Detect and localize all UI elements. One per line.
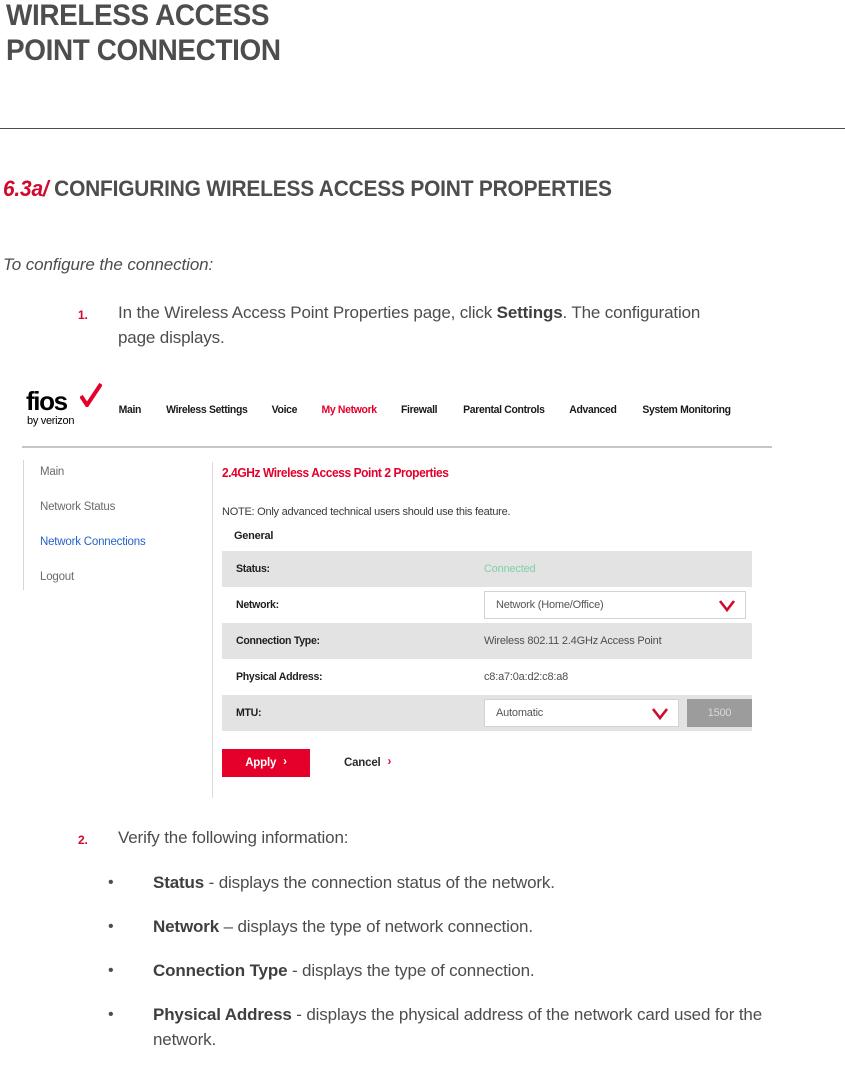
sidebar-left-rule	[23, 460, 24, 590]
nav-item-firewall[interactable]: Firewall	[401, 404, 438, 416]
chevron-down-icon	[718, 600, 736, 613]
row-label-mtu: MTU:	[236, 707, 262, 719]
list-item-connection-type-term: Connection Type	[153, 961, 288, 980]
sidebar-item-logout[interactable]: Logout	[40, 571, 200, 583]
sidebar-item-main[interactable]: Main	[40, 466, 200, 478]
nav-item-voice[interactable]: Voice	[272, 404, 298, 416]
nav-item-my-network[interactable]: My Network	[322, 404, 378, 416]
list-item-status: • Status - displays the connection statu…	[108, 870, 828, 895]
list-item-physical-address: • Physical Address - displays the physic…	[108, 1002, 828, 1052]
sidebar-item-network-status[interactable]: Network Status	[40, 501, 200, 513]
properties-panel: 2.4GHz Wireless Access Point 2 Propertie…	[222, 466, 762, 731]
row-label-status: Status:	[236, 563, 270, 575]
nav-item-system-monitoring[interactable]: System Monitoring	[642, 404, 731, 416]
apply-button[interactable]: Apply ›	[222, 749, 310, 777]
bullet-dot-icon: •	[108, 874, 114, 891]
list-item-physical-address-term: Physical Address	[153, 1005, 292, 1024]
connection-type-value: Wireless 802.11 2.4GHz Access Point	[484, 635, 662, 647]
step-1: 1. In the Wireless Access Point Properti…	[78, 300, 738, 350]
router-top-nav: Main Wireless Settings Voice My Network Fire…	[118, 400, 755, 416]
nav-item-main[interactable]: Main	[119, 404, 142, 416]
list-item-network-term: Network	[153, 917, 220, 936]
table-row-mtu: MTU: Automatic 1500	[222, 695, 752, 731]
section-heading: 6.3a/ CONFIGURING WIRELESS ACCESS POINT …	[3, 174, 659, 203]
network-select[interactable]: Network (Home/Office)	[484, 591, 746, 619]
physical-address-value: c8:a7:0a:d2:c8:a8	[484, 671, 569, 683]
list-item-connection-type: • Connection Type - displays the type of…	[108, 958, 828, 983]
nav-item-parental-controls[interactable]: Parental Controls	[463, 404, 545, 416]
mtu-select-value: Automatic	[496, 707, 544, 719]
row-label-network: Network:	[236, 599, 279, 611]
table-row-status: Status: Connected	[222, 551, 752, 587]
nav-item-advanced[interactable]: Advanced	[570, 404, 618, 416]
list-item-physical-address-text: Physical Address - displays the physical…	[153, 1002, 828, 1052]
table-row-connection-type: Connection Type: Wireless 802.11 2.4GHz …	[222, 623, 752, 659]
section-intro: To configure the connection:	[3, 255, 214, 274]
list-item-status-text: Status - displays the connection status …	[153, 870, 828, 895]
page-title-line-1: WIRELESS ACCESS	[6, 0, 270, 32]
row-label-physical-address: Physical Address:	[236, 671, 323, 683]
page-title-line-2: POINT CONNECTION	[6, 34, 281, 67]
cancel-button-label: Cancel	[344, 757, 381, 769]
sidebar-right-rule	[212, 462, 213, 798]
table-row-network: Network: Network (Home/Office)	[222, 587, 752, 623]
nav-divider	[22, 446, 772, 448]
list-item-status-term: Status	[153, 873, 205, 892]
list-item-network: • Network – displays the type of network…	[108, 914, 828, 939]
list-item-network-desc: – displays the type of network connectio…	[219, 917, 533, 936]
mtu-select[interactable]: Automatic	[484, 699, 679, 727]
fios-logo: fios by verizon	[26, 383, 112, 434]
panel-note: NOTE: Only advanced technical users shou…	[222, 506, 511, 518]
list-item-connection-type-desc: - displays the type of connection.	[287, 961, 535, 980]
verify-bullet-list: • Status - displays the connection statu…	[108, 870, 828, 1071]
list-item-status-desc: - displays the connection status of the …	[204, 873, 555, 892]
chevron-down-icon	[651, 708, 669, 721]
fios-wordmark: fios	[26, 386, 68, 416]
apply-button-label: Apply	[245, 757, 277, 769]
status-badge: Connected	[484, 563, 536, 575]
step-1-marker: 1.	[78, 308, 88, 322]
page-title: WIRELESS ACCESS POINT CONNECTION	[6, 0, 657, 68]
cancel-chevron-icon: ›	[387, 756, 392, 769]
embedded-router-screenshot: fios by verizon Main Wireless Settings Voi…	[0, 378, 845, 808]
list-item-connection-type-text: Connection Type - displays the type of c…	[153, 958, 828, 983]
panel-group-label: General	[234, 530, 274, 542]
step-1-bold-term: Settings	[496, 303, 563, 322]
sidebar-item-network-connections[interactable]: Network Connections	[40, 536, 200, 548]
checkmark-icon	[80, 383, 102, 407]
bullet-dot-icon: •	[108, 962, 114, 979]
step-1-text-before: In the Wireless Access Point Properties …	[118, 303, 497, 322]
bullet-dot-icon: •	[108, 1006, 114, 1023]
bullet-dot-icon: •	[108, 918, 114, 935]
properties-table: Status: Connected Network: Network (Home…	[222, 551, 752, 731]
step-2: 2. Verify the following information:	[78, 825, 778, 850]
header-divider	[0, 128, 845, 129]
apply-chevron-icon: ›	[283, 756, 287, 769]
cancel-button[interactable]: Cancel ›	[338, 756, 397, 770]
nav-item-wireless-settings[interactable]: Wireless Settings	[166, 404, 248, 416]
network-select-value: Network (Home/Office)	[496, 599, 604, 611]
step-1-text: In the Wireless Access Point Properties …	[118, 300, 738, 350]
list-item-network-text: Network – displays the type of network c…	[153, 914, 828, 939]
section-number: 6.3a/	[3, 176, 49, 201]
table-row-physical-address: Physical Address: c8:a7:0a:d2:c8:a8	[222, 659, 752, 695]
router-sidebar: Main Network Status Network Connections …	[40, 466, 200, 606]
mtu-size-field: 1500	[687, 699, 752, 727]
panel-title: 2.4GHz Wireless Access Point 2 Propertie…	[222, 466, 449, 480]
section-heading-text: CONFIGURING WIRELESS ACCESS POINT PROPER…	[54, 176, 612, 201]
row-label-connection-type: Connection Type:	[236, 635, 320, 647]
panel-actions: Apply › Cancel ›	[222, 749, 397, 777]
step-2-marker: 2.	[78, 833, 88, 847]
fios-tagline: by verizon	[27, 415, 75, 427]
step-2-text: Verify the following information:	[118, 828, 349, 847]
